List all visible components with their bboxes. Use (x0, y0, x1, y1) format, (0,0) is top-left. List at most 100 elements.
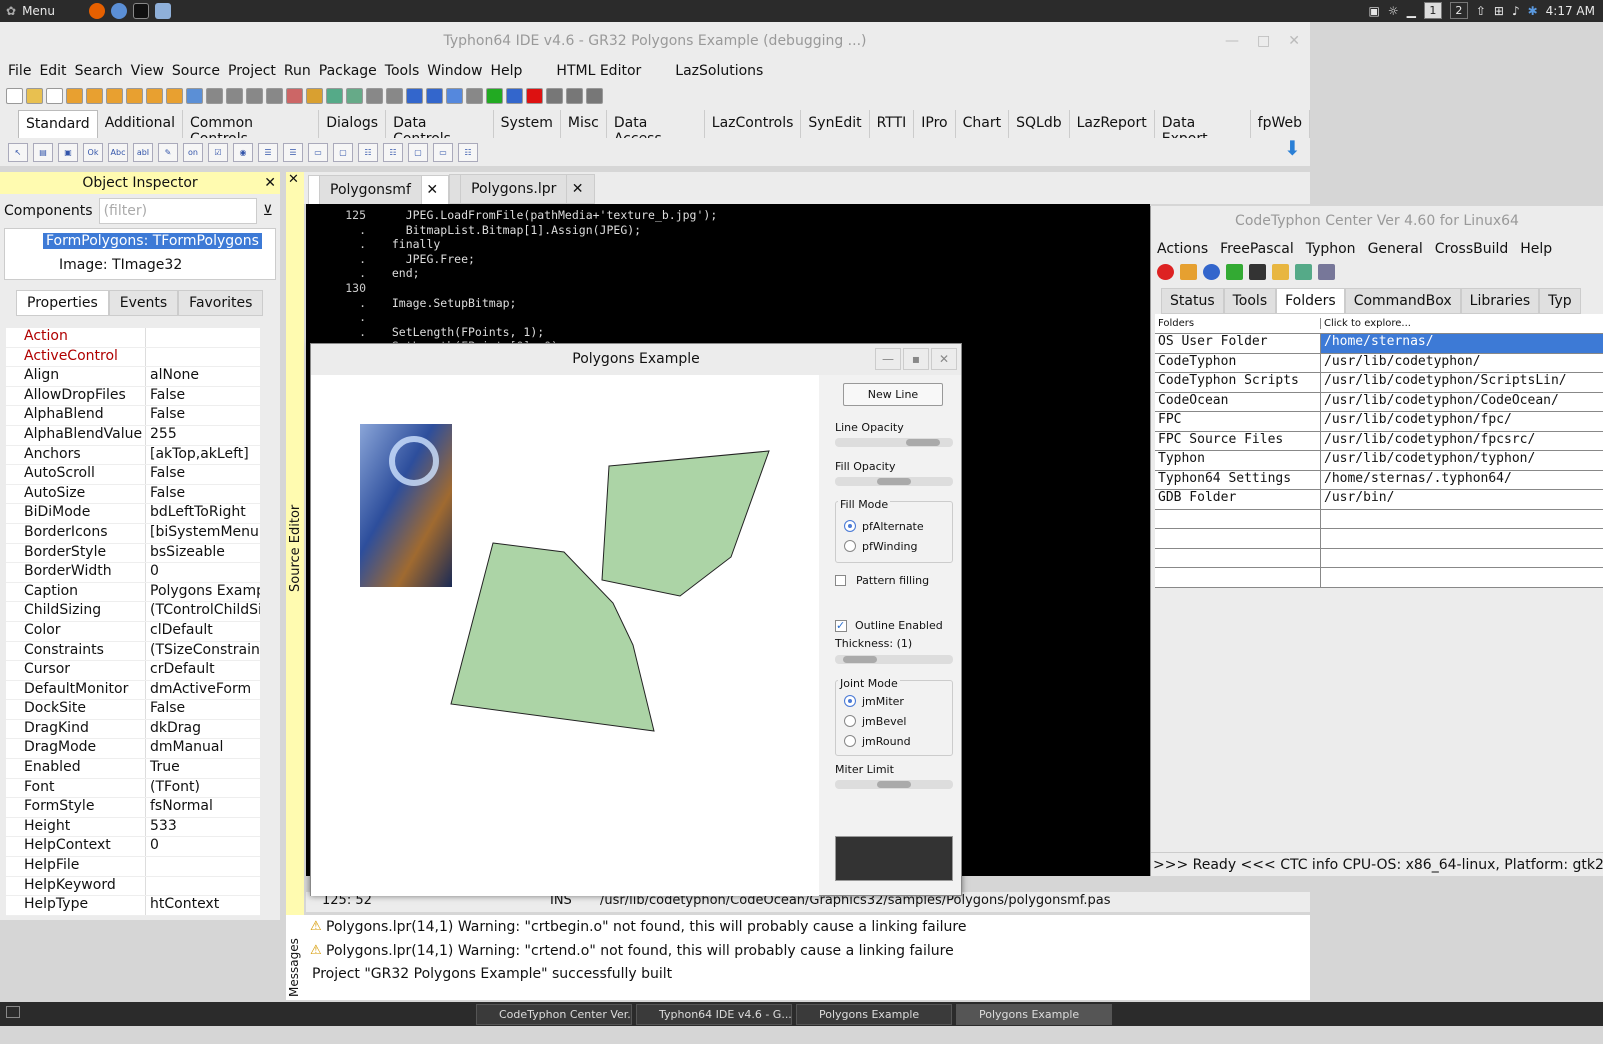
download-arrow-icon[interactable]: ⬇ (1284, 136, 1301, 160)
property-value[interactable]: 533 (146, 818, 260, 837)
property-row[interactable]: HelpKeyword (6, 876, 260, 897)
menu-source[interactable]: Source (172, 63, 228, 79)
maximize-icon[interactable]: □ (1257, 22, 1270, 60)
property-value[interactable]: False (146, 387, 260, 406)
tab-lazcontrols[interactable]: LazControls (705, 110, 802, 138)
volume-icon[interactable]: ♪ (1512, 4, 1520, 18)
property-row[interactable]: HelpFile (6, 857, 260, 877)
table-row[interactable]: CodeTyphon/usr/lib/codetyphon/ (1155, 353, 1603, 373)
tree-node-form[interactable]: FormPolygons: TFormPolygons (43, 233, 262, 249)
folder-icon[interactable] (1272, 264, 1289, 280)
property-value[interactable]: clDefault (146, 622, 260, 641)
menu-crossbuild[interactable]: CrossBuild (1435, 241, 1509, 257)
show-desktop-icon[interactable] (6, 1006, 20, 1018)
tab-data-access[interactable]: Data Access (607, 110, 705, 147)
tab-rtti[interactable]: RTTI (870, 110, 915, 138)
menu-help[interactable]: Help (491, 63, 531, 79)
table-row[interactable]: Typhon/usr/lib/codetyphon/typhon/ (1155, 451, 1603, 471)
property-value[interactable]: bsSizeable (146, 544, 260, 563)
property-row[interactable]: Constraints(TSizeConstraints (6, 641, 260, 662)
folder-path[interactable]: /usr/lib/codetyphon/CodeOcean/ (1321, 393, 1603, 412)
message-line[interactable]: Polygons.lpr(14,1) Warning: "crtend.o" n… (326, 943, 954, 959)
menu-run[interactable]: Run (284, 63, 319, 79)
menu-window[interactable]: Window (427, 63, 490, 79)
toolbar-icon[interactable] (106, 88, 123, 104)
code-line[interactable]: end; (378, 266, 420, 280)
component-icon[interactable]: abI (133, 142, 153, 162)
fill-opacity-slider[interactable] (835, 477, 953, 486)
tab-favorites[interactable]: Favorites (178, 290, 264, 316)
folder-path[interactable]: /usr/lib/codetyphon/fpcsrc/ (1321, 432, 1603, 451)
radio-jmround[interactable]: jmRound (836, 731, 952, 751)
property-value[interactable]: dkDrag (146, 720, 260, 739)
menu-edit[interactable]: Edit (39, 63, 74, 79)
tab-status[interactable]: Status (1161, 288, 1224, 314)
toolbar-icon[interactable] (366, 88, 383, 104)
toolbar-icon[interactable] (346, 88, 363, 104)
property-value[interactable]: [biSystemMenu,b (146, 524, 260, 543)
folder-path[interactable]: /usr/lib/codetyphon/typhon/ (1321, 451, 1603, 470)
tab-common-controls[interactable]: Common Controls (183, 110, 320, 147)
tab-misc[interactable]: Misc (561, 110, 607, 138)
component-icon[interactable]: ✎ (158, 142, 178, 162)
task-polygons-example[interactable]: Polygons Example (796, 1004, 952, 1025)
radio-pfalternate[interactable]: pfAlternate (836, 516, 952, 536)
close-icon[interactable]: ✕ (1288, 22, 1300, 60)
table-row[interactable]: FPC Source Files/usr/lib/codetyphon/fpcs… (1155, 431, 1603, 451)
maximize-icon[interactable]: ▪ (903, 348, 929, 370)
property-row[interactable]: DefaultMonitor dmActiveForm (6, 680, 260, 701)
component-icon[interactable]: ▢ (408, 142, 428, 162)
property-row[interactable]: AlphaBlendValue 255 (6, 425, 260, 446)
menu-icon[interactable]: ✿ (6, 4, 16, 18)
polygon-canvas[interactable] (311, 375, 819, 896)
tab-additional[interactable]: Additional (98, 110, 183, 138)
toolbar-icon[interactable] (146, 88, 163, 104)
toolbar-icon[interactable] (286, 88, 303, 104)
folder-path[interactable]: /home/sternas/ (1321, 334, 1603, 353)
download-icon[interactable] (1180, 264, 1197, 280)
code-line[interactable]: BitmapList.Bitmap[1].Assign(JPEG); (378, 223, 641, 237)
toolbar-icon[interactable] (446, 88, 463, 104)
menu-search[interactable]: Search (75, 63, 131, 79)
task-codetyphon-center[interactable]: CodeTyphon Center Ver... (476, 1004, 632, 1025)
property-value[interactable]: (TControlChildSiz (146, 602, 260, 621)
workspace-1[interactable]: 1 (1423, 2, 1442, 19)
table-row[interactable]: CodeTyphon Scripts/usr/lib/codetyphon/Sc… (1155, 373, 1603, 393)
menu-package[interactable]: Package (319, 63, 385, 79)
menu-lazsolutions[interactable]: LazSolutions (675, 63, 771, 79)
thickness-slider[interactable] (835, 655, 953, 664)
component-icon[interactable]: ☰ (283, 142, 303, 162)
close-icon[interactable]: ✕ (264, 172, 276, 194)
property-value[interactable] (146, 857, 260, 876)
property-row[interactable]: AlphaBlend False (6, 406, 260, 426)
message-line[interactable]: Polygons.lpr(14,1) Warning: "crtbegin.o"… (326, 919, 966, 935)
folder-path[interactable]: /usr/lib/codetyphon/ScriptsLin/ (1321, 373, 1603, 392)
property-row[interactable]: FormStyle fsNormal (6, 798, 260, 818)
property-row[interactable]: BorderStyle bsSizeable (6, 543, 260, 564)
tab-sqldb[interactable]: SQLdb (1009, 110, 1070, 138)
toolbar-icon[interactable] (586, 88, 603, 104)
filter-icon[interactable]: ⊻ (263, 203, 273, 219)
tab-ipro[interactable]: IPro (914, 110, 956, 138)
toolbar-icon[interactable] (486, 88, 503, 104)
property-value[interactable]: crDefault (146, 661, 260, 680)
tab-fpweb[interactable]: fpWeb (1251, 110, 1310, 138)
tab-standard[interactable]: Standard (18, 110, 98, 138)
radio-pfwinding[interactable]: pfWinding (836, 536, 952, 556)
property-value[interactable]: dmActiveForm (146, 681, 260, 700)
folder-path[interactable]: /home/sternas/.typhon64/ (1321, 471, 1603, 490)
component-icon[interactable]: ☷ (383, 142, 403, 162)
component-icon[interactable]: ▭ (433, 142, 453, 162)
menu-file[interactable]: File (8, 63, 39, 79)
property-row[interactable]: Enabled True (6, 759, 260, 779)
component-icon[interactable]: ☰ (258, 142, 278, 162)
property-row[interactable]: AutoScroll False (6, 465, 260, 485)
menu-actions[interactable]: Actions (1157, 241, 1208, 257)
tab-polygonsmf[interactable]: Polygonsmf ✕ (308, 175, 450, 205)
folder-path[interactable]: /usr/lib/codetyphon/fpc/ (1321, 412, 1603, 431)
workspace-2[interactable]: 2 (1449, 2, 1468, 19)
property-value[interactable]: (TSizeConstraints (146, 642, 260, 661)
slider-thumb[interactable] (843, 656, 878, 663)
outline-enabled-checkbox[interactable]: ✓ Outline Enabled (835, 619, 943, 632)
line-opacity-slider[interactable] (835, 438, 953, 447)
